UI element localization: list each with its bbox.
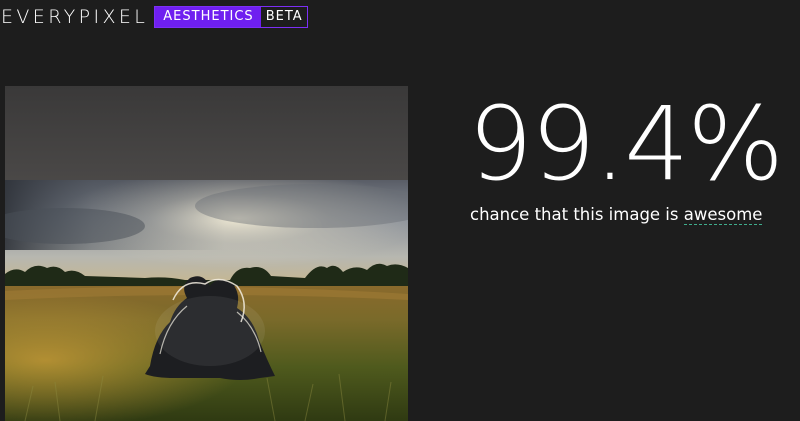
score-caption-text: chance that this image is — [470, 205, 679, 224]
app-header: EVERYPIXEL AESTHETICS BETA — [0, 5, 308, 29]
score-keyword-link[interactable]: awesome — [683, 205, 763, 225]
product-name: AESTHETICS — [155, 7, 261, 27]
aesthetic-score: 99.4% — [468, 85, 784, 204]
beta-tag: BETA — [260, 7, 307, 27]
product-badge: AESTHETICS BETA — [154, 6, 308, 28]
brand-logo[interactable]: EVERYPIXEL — [0, 5, 148, 29]
score-caption: chance that this image is awesome — [470, 204, 763, 226]
analyzed-photo — [5, 86, 408, 421]
